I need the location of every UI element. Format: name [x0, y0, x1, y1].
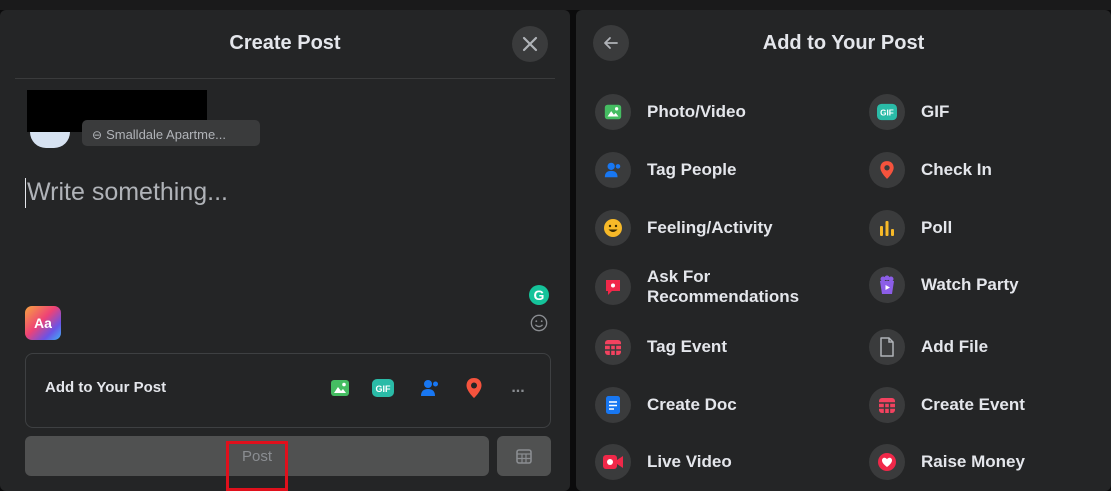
option-label: Raise Money [921, 452, 1025, 471]
svg-text:GIF: GIF [376, 384, 392, 394]
svg-text:GIF: GIF [880, 109, 894, 118]
emoji-icon[interactable] [530, 314, 548, 332]
header-divider [15, 78, 555, 79]
option-create-event[interactable]: Create Event [869, 387, 1025, 423]
recommendations-icon [595, 269, 631, 305]
option-label: Watch Party [921, 275, 1019, 294]
option-photo-video[interactable]: Photo/Video [595, 94, 746, 130]
tag-people-icon [595, 152, 631, 188]
add-to-post-bar: Add to Your Post GIF ... [25, 353, 551, 428]
text-format-button[interactable]: Aa [25, 306, 61, 340]
poll-icon [869, 210, 905, 246]
option-check-in[interactable]: Check In [869, 152, 992, 188]
text-caret [25, 178, 26, 208]
watch-party-icon [869, 267, 905, 303]
option-create-doc[interactable]: Create Doc [595, 387, 737, 423]
option-live-video[interactable]: Live Video [595, 444, 732, 480]
group-icon: ⊖ [92, 128, 103, 142]
add-to-post-label: Add to Your Post [45, 379, 167, 396]
option-label: Ask For [647, 267, 711, 286]
option-ask-for-recommendations[interactable]: Ask For Recommendations [595, 267, 799, 307]
option-label: Create Doc [647, 395, 737, 414]
post-text-input[interactable]: Write something... [27, 178, 228, 207]
live-video-icon [595, 444, 631, 480]
add-to-post-panel: Add to Your Post Photo/Video Tag People … [576, 10, 1111, 491]
option-raise-money[interactable]: Raise Money [869, 444, 1025, 480]
option-tag-event[interactable]: Tag Event [595, 329, 727, 365]
option-label: Photo/Video [647, 102, 746, 121]
highlight-box [226, 441, 288, 491]
tag-event-icon [595, 329, 631, 365]
add-file-icon [869, 329, 905, 365]
option-watch-party[interactable]: Watch Party [869, 267, 1019, 303]
create-doc-icon [595, 387, 631, 423]
raise-money-icon [869, 444, 905, 480]
option-label: Live Video [647, 452, 732, 471]
check-in-icon [869, 152, 905, 188]
schedule-button[interactable] [497, 436, 551, 476]
create-post-dialog: Create Post ⊖ Smalldale Apartme... Write… [0, 10, 570, 491]
option-label: Tag Event [647, 337, 727, 356]
grammarly-icon[interactable]: G [529, 285, 549, 305]
close-button[interactable] [512, 26, 548, 62]
calendar-icon [516, 449, 532, 464]
audience-label: Smalldale Apartme... [106, 127, 227, 142]
check-in-icon[interactable] [462, 376, 486, 400]
option-tag-people[interactable]: Tag People [595, 152, 736, 188]
create-event-icon [869, 387, 905, 423]
option-add-file[interactable]: Add File [869, 329, 988, 365]
option-feeling-activity[interactable]: Feeling/Activity [595, 210, 773, 246]
close-icon [522, 36, 538, 52]
tag-people-icon[interactable] [418, 376, 442, 400]
option-gif[interactable]: GIF GIF [869, 94, 949, 130]
photo-video-icon [595, 94, 631, 130]
feeling-icon [595, 210, 631, 246]
panel-title: Add to Your Post [762, 32, 925, 54]
option-label: GIF [921, 102, 950, 121]
gif-icon[interactable]: GIF [371, 376, 395, 400]
option-label: Add File [921, 337, 989, 356]
option-label: Poll [921, 218, 953, 237]
audience-selector[interactable]: ⊖ Smalldale Apartme... [82, 120, 260, 146]
option-poll[interactable]: Poll [869, 210, 952, 246]
option-label: Create Event [921, 395, 1025, 414]
avatar [30, 132, 70, 148]
option-label-line2: Recommendations [647, 287, 800, 306]
more-options-icon[interactable]: ... [506, 376, 530, 400]
photo-video-icon[interactable] [328, 376, 352, 400]
dialog-title: Create Post [229, 32, 341, 54]
option-label: Tag People [647, 160, 737, 179]
option-label: Feeling/Activity [647, 218, 773, 237]
option-label: Check In [921, 160, 992, 179]
background-strip [0, 0, 1111, 10]
gif-icon: GIF [869, 94, 905, 130]
